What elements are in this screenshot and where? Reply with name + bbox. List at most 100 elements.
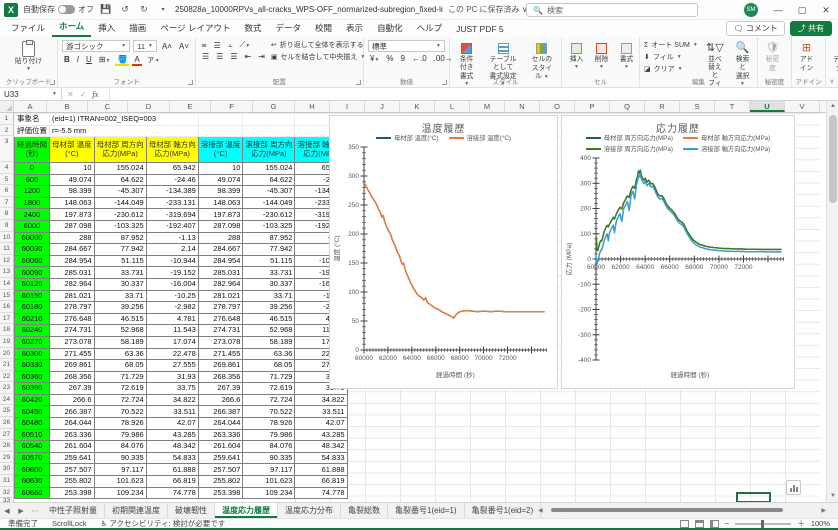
cell[interactable]: 60180 bbox=[15, 302, 50, 314]
ribbon-tab-ファイル[interactable]: ファイル bbox=[4, 20, 52, 37]
align-middle-button[interactable]: ☰ bbox=[212, 41, 223, 50]
cell[interactable]: -45.307 bbox=[243, 186, 295, 198]
accessibility-status[interactable]: ♿ アクセシビリティ: 検討が必要です bbox=[101, 518, 226, 529]
cell[interactable]: 74.778 bbox=[146, 487, 198, 499]
cell[interactable]: 60450 bbox=[15, 406, 50, 418]
cell[interactable]: 30.337 bbox=[243, 278, 295, 290]
minimize-button[interactable]: — bbox=[766, 0, 790, 20]
zoom-level[interactable]: 100% bbox=[811, 519, 830, 528]
cell[interactable] bbox=[198, 114, 243, 126]
cell[interactable]: 87.952 bbox=[243, 232, 295, 244]
cell[interactable]: 267.39 bbox=[198, 383, 243, 395]
cell[interactable]: 42.07 bbox=[146, 418, 198, 430]
dialog-launcher-icon[interactable] bbox=[188, 80, 193, 85]
cell[interactable]: 71.729 bbox=[94, 371, 146, 383]
cell[interactable]: 74.778 bbox=[295, 487, 347, 499]
cell[interactable]: 60480 bbox=[15, 418, 50, 430]
cell[interactable]: 60390 bbox=[15, 383, 50, 395]
cell[interactable]: -103.325 bbox=[243, 220, 295, 232]
borders-button[interactable]: ⊞▼ bbox=[97, 55, 113, 64]
row-header-28[interactable]: 28 bbox=[0, 440, 14, 452]
cell[interactable]: -144.049 bbox=[243, 197, 295, 209]
cell[interactable]: 264.044 bbox=[198, 418, 243, 430]
row-header-12[interactable]: 12 bbox=[0, 255, 14, 267]
align-right-button[interactable]: ☰ bbox=[228, 52, 239, 61]
save-icon[interactable]: 💾 bbox=[99, 4, 113, 15]
sheet-tab-亀裂番号1(eid=1)[interactable]: 亀裂番号1(eid=1) bbox=[388, 503, 465, 518]
column-header-E[interactable]: E bbox=[170, 101, 211, 112]
normal-view-icon[interactable] bbox=[680, 520, 689, 528]
dialog-launcher-icon[interactable] bbox=[356, 80, 361, 85]
cell[interactable]: 60270 bbox=[15, 336, 50, 348]
underline-button[interactable]: U bbox=[84, 55, 94, 64]
cell[interactable]: 271.455 bbox=[198, 348, 243, 360]
zoom-out-icon[interactable]: − bbox=[725, 519, 729, 528]
row-header-26[interactable]: 26 bbox=[0, 417, 14, 429]
cell[interactable]: 52.968 bbox=[94, 325, 146, 337]
align-bottom-button[interactable]: ⫠ bbox=[226, 40, 235, 50]
row-header-18[interactable]: 18 bbox=[0, 324, 14, 336]
cell[interactable]: 288 bbox=[198, 232, 243, 244]
cell[interactable]: 197.873 bbox=[198, 209, 243, 221]
saved-status[interactable]: この PC に保存済み ∨ bbox=[448, 4, 528, 15]
cell[interactable]: 48.342 bbox=[295, 441, 347, 453]
selected-cell[interactable] bbox=[736, 492, 771, 502]
cell[interactable]: 68.05 bbox=[243, 360, 295, 372]
zoom-slider[interactable] bbox=[735, 523, 791, 525]
cell[interactable]: 46.515 bbox=[243, 313, 295, 325]
cell[interactable]: 68.05 bbox=[94, 360, 146, 372]
cell[interactable]: 10 bbox=[50, 163, 95, 175]
cell[interactable]: -10.944 bbox=[146, 255, 198, 267]
cell[interactable]: 263.336 bbox=[50, 429, 95, 441]
cell[interactable]: 27.555 bbox=[146, 360, 198, 372]
column-header-O[interactable]: O bbox=[540, 101, 575, 112]
cell[interactable]: -16.004 bbox=[146, 278, 198, 290]
cell[interactable]: 評価位置 bbox=[15, 125, 50, 137]
zoom-in-icon[interactable]: ＋ bbox=[797, 518, 805, 529]
cell[interactable]: 268.356 bbox=[198, 371, 243, 383]
ribbon-tab-校閲[interactable]: 校閲 bbox=[308, 20, 339, 37]
cell[interactable]: 263.336 bbox=[198, 429, 243, 441]
cell[interactable]: 60090 bbox=[15, 267, 50, 279]
row-header-1[interactable]: 1 bbox=[0, 113, 14, 125]
cell[interactable]: 257.507 bbox=[50, 464, 95, 476]
bold-button[interactable]: B bbox=[62, 55, 72, 64]
cell[interactable]: 60030 bbox=[15, 244, 50, 256]
row-header-27[interactable]: 27 bbox=[0, 429, 14, 441]
row-header-9[interactable]: 9 bbox=[0, 220, 14, 232]
comments-button[interactable]: 🗨 コメント bbox=[726, 21, 784, 36]
column-header-A[interactable]: A bbox=[14, 101, 47, 112]
sheet-nav-left-icon[interactable]: ◀ bbox=[0, 503, 14, 518]
cell[interactable]: 266.387 bbox=[50, 406, 95, 418]
cell[interactable]: (eid=1) ITRAN=002_ISEQ=003 bbox=[50, 114, 199, 126]
cell[interactable]: 77.942 bbox=[243, 244, 295, 256]
format-cells-button[interactable]: 書式▼ bbox=[616, 40, 637, 72]
row-header-15[interactable]: 15 bbox=[0, 290, 14, 302]
cell[interactable]: 278.797 bbox=[50, 302, 95, 314]
cell[interactable]: 253.398 bbox=[198, 487, 243, 499]
cell[interactable]: 274.731 bbox=[198, 325, 243, 337]
cell[interactable]: 61.888 bbox=[295, 464, 347, 476]
cell[interactable]: -319.694 bbox=[146, 209, 198, 221]
row-header-29[interactable]: 29 bbox=[0, 452, 14, 464]
row-header-10[interactable]: 10 bbox=[0, 232, 14, 244]
cell[interactable]: 60540 bbox=[15, 441, 50, 453]
sheet-tab-初期関連温度[interactable]: 初期関連温度 bbox=[105, 503, 168, 518]
row-header-6[interactable]: 6 bbox=[0, 185, 14, 197]
row-header-20[interactable]: 20 bbox=[0, 348, 14, 360]
row-header-19[interactable]: 19 bbox=[0, 336, 14, 348]
cell[interactable] bbox=[198, 125, 243, 137]
cell[interactable]: 155.024 bbox=[243, 163, 295, 175]
cell[interactable]: 10 bbox=[198, 163, 243, 175]
formula-input[interactable] bbox=[110, 88, 838, 100]
row-header-11[interactable]: 11 bbox=[0, 243, 14, 255]
sheet-list-icon[interactable]: ⋯ bbox=[28, 503, 42, 518]
ribbon-tab-自動化[interactable]: 自動化 bbox=[370, 20, 410, 37]
cell[interactable]: 282.964 bbox=[50, 278, 95, 290]
cell[interactable]: 78.926 bbox=[243, 418, 295, 430]
cell[interactable]: 60630 bbox=[15, 476, 50, 488]
row-header-31[interactable]: 31 bbox=[0, 475, 14, 487]
collapse-ribbon-icon[interactable]: ˅ bbox=[830, 79, 834, 86]
cell[interactable]: 33.71 bbox=[243, 290, 295, 302]
column-header-J[interactable]: J bbox=[365, 101, 400, 112]
